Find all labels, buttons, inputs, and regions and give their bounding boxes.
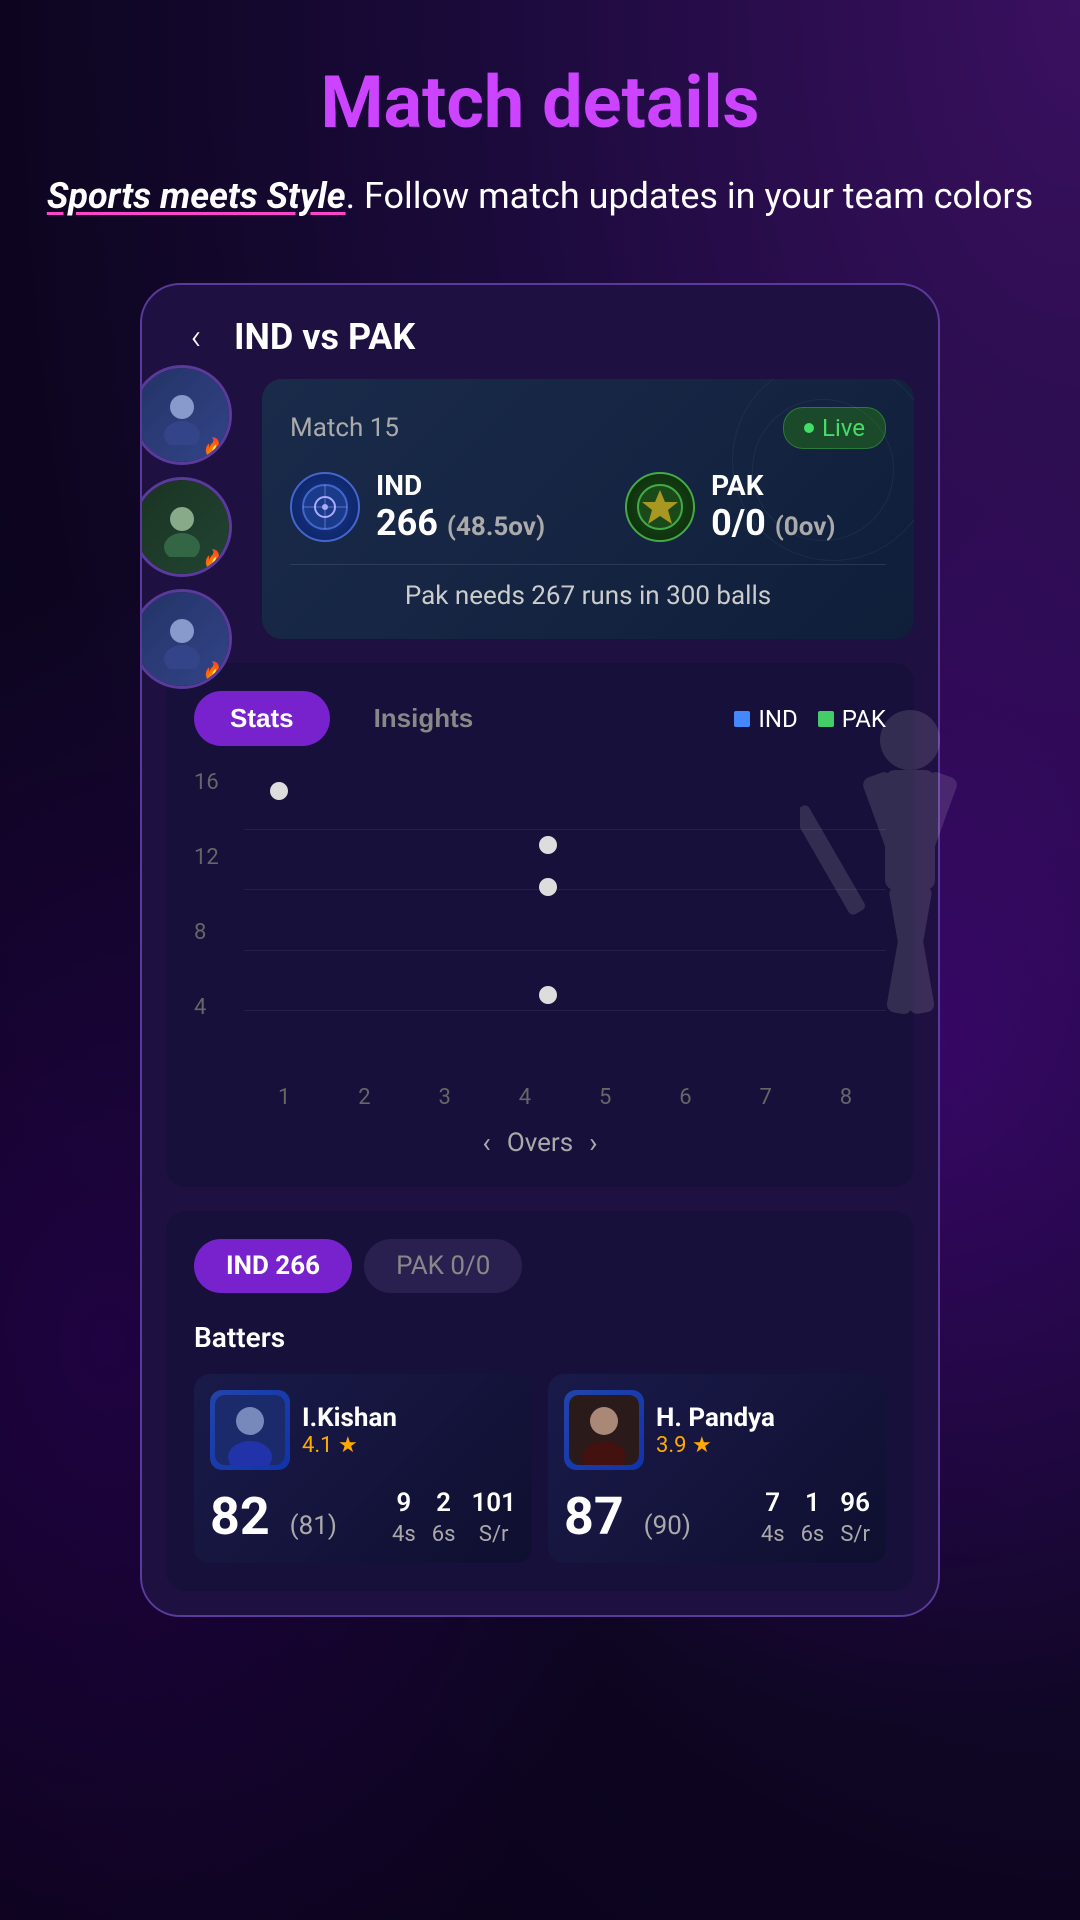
x-axis: 1 2 3 4 5 6 7 8	[244, 1085, 886, 1110]
batter-2-stats: 7 4s 1 6s 96 S/r	[761, 1488, 870, 1547]
ind-runs: 266 (48.5ov)	[376, 502, 545, 544]
batter-1-balls: (81)	[290, 1511, 337, 1541]
live-badge: Live	[783, 407, 886, 449]
batter-1-name: I.Kishan	[302, 1403, 397, 1433]
ind-overs: (48.5ov)	[447, 512, 545, 542]
pak-logo-icon	[625, 472, 695, 542]
insights-tab[interactable]: Insights	[338, 691, 510, 746]
chart-legend: IND PAK	[734, 705, 886, 733]
batter-2-balls: (90)	[644, 1511, 691, 1541]
back-button[interactable]: ‹	[174, 315, 218, 359]
overs-nav: ‹ Overs ›	[194, 1126, 886, 1159]
chart-bars-container	[244, 770, 886, 1070]
batter-card-2: H. Pandya 3.9 ★ 87 (90)	[548, 1374, 886, 1563]
star-icon: ★	[338, 1433, 358, 1458]
batters-grid: I.Kishan 4.1 ★ 82 (81)	[194, 1374, 886, 1563]
player-avatar-2: 🔥	[140, 477, 232, 577]
overs-prev-button[interactable]: ‹	[482, 1126, 490, 1159]
batter-1-stats: 9 4s 2 6s 101 S/r	[392, 1488, 516, 1547]
batter-2-name: H. Pandya	[656, 1403, 775, 1433]
batter-1-avatar	[210, 1390, 290, 1470]
subtitle-rest: . Follow match updates in your team colo…	[346, 175, 1034, 217]
subtitle-italic: Sports meets Style	[47, 175, 346, 217]
team-pak: PAK 0/0 (0ov)	[625, 469, 835, 544]
overs-next-button[interactable]: ›	[589, 1126, 597, 1159]
match-status: Pak needs 267 runs in 300 balls	[290, 581, 886, 611]
page-subtitle: Sports meets Style. Follow match updates…	[40, 169, 1040, 223]
stats-section: Stats Insights IND PAK	[166, 663, 914, 1187]
overs-label: Overs	[507, 1128, 573, 1158]
match-number: Match 15	[290, 413, 399, 443]
innings-1-tab[interactable]: IND 266	[194, 1239, 352, 1293]
match-header: ‹ IND vs PAK	[142, 285, 938, 379]
page-title: Match details	[40, 60, 1040, 145]
batter-1-rating: 4.1 ★	[302, 1433, 397, 1458]
batter-2-rating: 3.9 ★	[656, 1433, 775, 1458]
phone-mockup: ‹ IND vs PAK 🔥	[140, 283, 940, 1617]
match-card: Match 15 Live	[262, 379, 914, 639]
match-title: IND vs PAK	[234, 316, 415, 358]
pak-runs: 0/0 (0ov)	[711, 502, 835, 544]
ind-legend: IND	[734, 705, 797, 733]
pak-name: PAK	[711, 469, 835, 502]
ind-logo-icon	[290, 472, 360, 542]
scorecard-section: IND 266 PAK 0/0 Batters	[166, 1211, 914, 1591]
innings-2-tab[interactable]: PAK 0/0	[364, 1239, 522, 1293]
innings-tabs: IND 266 PAK 0/0	[194, 1239, 886, 1293]
live-dot-icon	[804, 423, 814, 433]
stats-tab[interactable]: Stats	[194, 691, 330, 746]
batter-2-avatar	[564, 1390, 644, 1470]
batter-2-runs: 87	[564, 1486, 624, 1547]
pak-legend-color	[818, 711, 834, 727]
ind-name: IND	[376, 469, 545, 502]
bar-chart: 16 12 8 4	[194, 770, 886, 1110]
pak-overs: (0ov)	[775, 512, 836, 542]
batter-1-runs: 82	[210, 1486, 270, 1547]
team-ind: IND 266 (48.5ov)	[290, 469, 545, 544]
player-avatar-1: 🔥	[140, 365, 232, 465]
batter-card-1: I.Kishan 4.1 ★ 82 (81)	[194, 1374, 532, 1563]
y-axis: 16 12 8 4	[194, 770, 219, 1070]
ind-legend-color	[734, 711, 750, 727]
player-avatar-3: 🔥	[140, 589, 232, 689]
batters-header: Batters	[194, 1321, 886, 1354]
star-icon-2: ★	[692, 1433, 712, 1458]
pak-legend: PAK	[818, 705, 886, 733]
